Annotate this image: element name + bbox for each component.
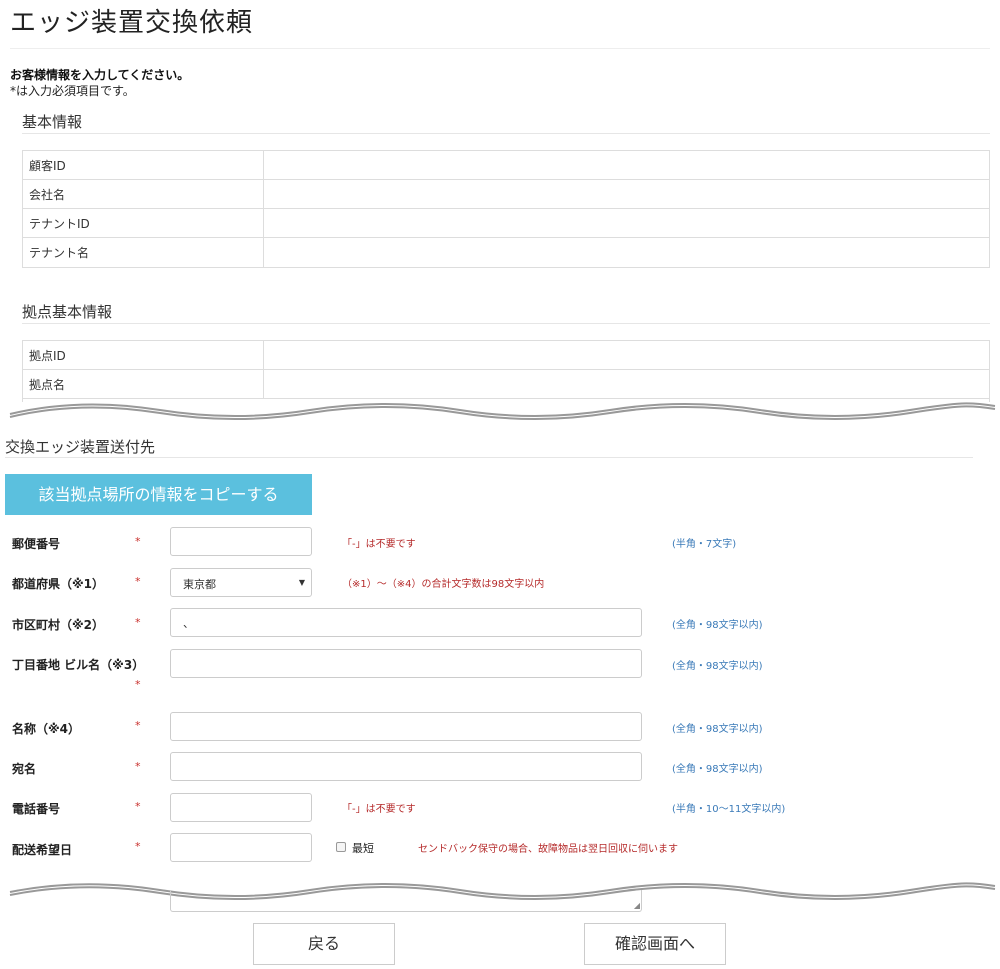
resize-handle-icon[interactable]: ◢	[634, 902, 640, 910]
site-name-value	[264, 370, 989, 398]
site-id-label: 拠点ID	[23, 341, 264, 369]
postal-label: 郵便番号	[12, 537, 61, 551]
required-mark: *	[135, 616, 141, 629]
sendback-note: センドバック保守の場合、故障物品は翌日回収に伺います	[418, 844, 678, 855]
page-title: エッジ装置交換依頼	[10, 8, 254, 38]
earliest-checkbox[interactable]	[336, 842, 346, 852]
required-mark: *	[135, 719, 141, 732]
table-row: 拠点名	[23, 370, 989, 399]
tenant-id-value	[264, 209, 989, 237]
table-row: 顧客ID	[23, 151, 989, 180]
company-name-label: 会社名	[23, 180, 264, 208]
copy-site-info-button[interactable]: 該当拠点場所の情報をコピーする	[5, 474, 312, 515]
prefecture-selected-value: 東京都	[183, 578, 216, 591]
company-name-value	[264, 180, 989, 208]
street-label: 丁目番地 ビル名（※3）	[12, 658, 145, 672]
required-mark: *	[135, 840, 141, 853]
tenant-name-label: テナント名	[23, 238, 264, 267]
delivery-date-input[interactable]	[170, 833, 312, 862]
postal-input[interactable]	[170, 527, 312, 556]
intro-heading: お客様情報を入力してください。	[10, 68, 190, 82]
prefecture-select[interactable]: 東京都 ▼	[170, 568, 312, 597]
phone-label: 電話番号	[12, 802, 61, 816]
site-info-table: 拠点ID 拠点名	[22, 340, 990, 402]
basic-info-table: 顧客ID 会社名 テナントID テナント名	[22, 150, 990, 268]
delivery-date-label: 配送希望日	[12, 843, 73, 857]
tenant-name-value	[264, 238, 989, 267]
caret-down-icon: ▼	[298, 578, 305, 587]
street-format-hint: (全角・98文字以内)	[672, 661, 763, 672]
facility-name-format-hint: (全角・98文字以内)	[672, 724, 763, 735]
address-length-note: （※1）～（※4）の合計文字数は98文字以内	[342, 579, 545, 590]
required-mark: *	[135, 678, 141, 691]
title-divider	[10, 48, 990, 49]
confirm-button[interactable]: 確認画面へ	[584, 923, 726, 965]
postal-note: 「-」は不要です	[342, 539, 416, 550]
required-mark: *	[135, 760, 141, 773]
shipping-divider	[5, 457, 973, 458]
table-row: テナントID	[23, 209, 989, 238]
phone-format-hint: (半角・10～11文字以内)	[672, 804, 786, 815]
intro-block: お客様情報を入力してください。 *は入力必須項目です。	[10, 67, 189, 99]
required-mark: *	[135, 535, 141, 548]
phone-input[interactable]	[170, 793, 312, 822]
basic-info-title: 基本情報	[22, 113, 83, 131]
city-format-hint: (全角・98文字以内)	[672, 620, 763, 631]
prefecture-label: 都道府県（※1）	[12, 577, 105, 591]
table-row: テナント名	[23, 238, 989, 267]
back-button[interactable]: 戻る	[253, 923, 395, 965]
table-row: 拠点ID	[23, 341, 989, 370]
recipient-format-hint: (全角・98文字以内)	[672, 764, 763, 775]
customer-id-value	[264, 151, 989, 179]
phone-note: 「-」は不要です	[342, 804, 416, 815]
city-input[interactable]	[170, 608, 642, 637]
city-label: 市区町村（※2）	[12, 618, 105, 632]
site-info-divider	[22, 323, 990, 324]
basic-info-divider	[22, 133, 990, 134]
site-info-title: 拠点基本情報	[22, 303, 113, 321]
customer-id-label: 顧客ID	[23, 151, 264, 179]
page-break-wave	[0, 402, 1000, 420]
table-row: 会社名	[23, 180, 989, 209]
required-note: *は入力必須項目です。	[10, 84, 135, 98]
street-input[interactable]	[170, 649, 642, 678]
facility-name-label: 名称（※4）	[12, 722, 81, 736]
recipient-label: 宛名	[12, 762, 37, 776]
shipping-title: 交換エッジ装置送付先	[5, 438, 156, 456]
required-mark: *	[135, 575, 141, 588]
site-id-value	[264, 341, 989, 369]
site-name-label: 拠点名	[23, 370, 264, 398]
facility-name-input[interactable]	[170, 712, 642, 741]
required-mark: *	[135, 800, 141, 813]
remarks-textarea[interactable]: ◢	[170, 890, 642, 912]
tenant-id-label: テナントID	[23, 209, 264, 237]
postal-format-hint: (半角・7文字)	[672, 539, 737, 550]
earliest-checkbox-label: 最短	[352, 842, 374, 855]
recipient-input[interactable]	[170, 752, 642, 781]
